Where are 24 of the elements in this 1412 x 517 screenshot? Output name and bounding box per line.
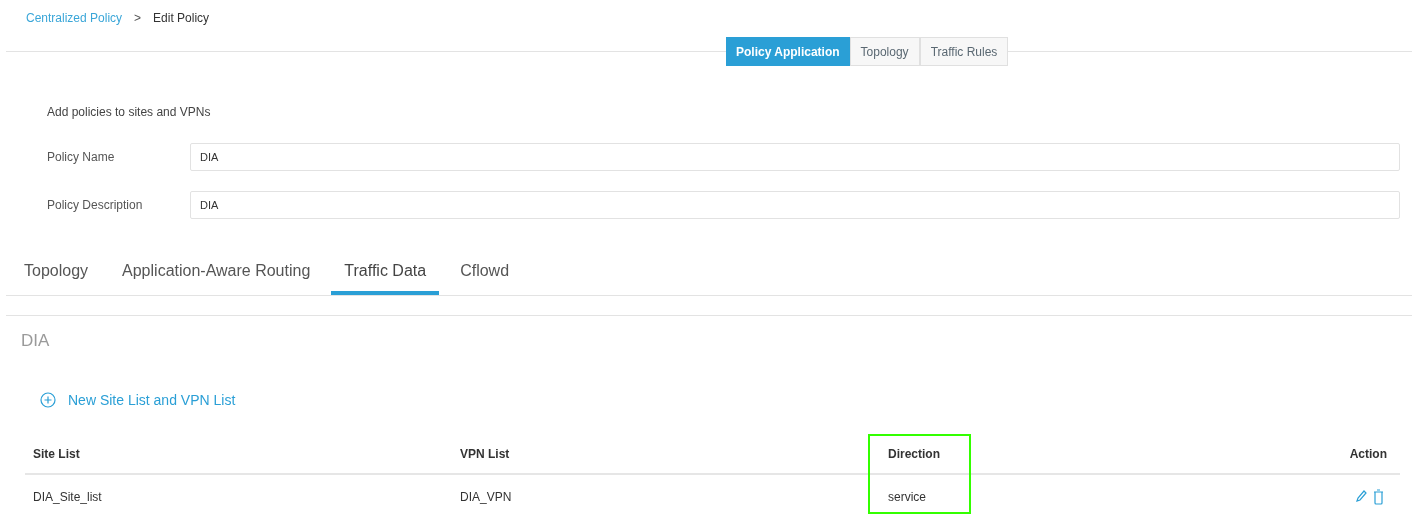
pencil-icon[interactable] (1355, 488, 1367, 503)
section-tab[interactable]: Topology (24, 259, 89, 295)
text-field[interactable]: DIA (190, 143, 1400, 171)
trash-icon[interactable] (1373, 488, 1384, 505)
intro-text: Add policies to sites and VPNs (47, 104, 212, 121)
column-header: VPN List (460, 445, 511, 463)
table-cell-text: DIA_VPN (460, 488, 513, 506)
section-tab[interactable]: Application-Aware Routing (122, 259, 311, 295)
section-tab[interactable]: Traffic Data (331, 259, 440, 295)
breadcrumb-separator: > (134, 10, 142, 27)
section-title: DIA (21, 330, 51, 352)
section-tab[interactable]: Cflowd (460, 259, 510, 295)
add-circle-icon (40, 392, 56, 408)
breadcrumb-current: Edit Policy (153, 10, 210, 27)
view-tab[interactable]: Traffic Rules (919, 37, 1009, 66)
table-cell-text: service (887, 488, 927, 506)
field-label: Policy Description (47, 197, 144, 214)
column-header: Direction (887, 445, 941, 463)
text-field[interactable]: DIA (190, 191, 1400, 219)
column-header: Action (1348, 445, 1388, 463)
table-cell-text: DIA_Site_list (32, 488, 103, 506)
column-header: Site List (32, 445, 81, 463)
field-label: Policy Name (47, 149, 116, 166)
view-tab[interactable]: Topology (849, 37, 920, 66)
